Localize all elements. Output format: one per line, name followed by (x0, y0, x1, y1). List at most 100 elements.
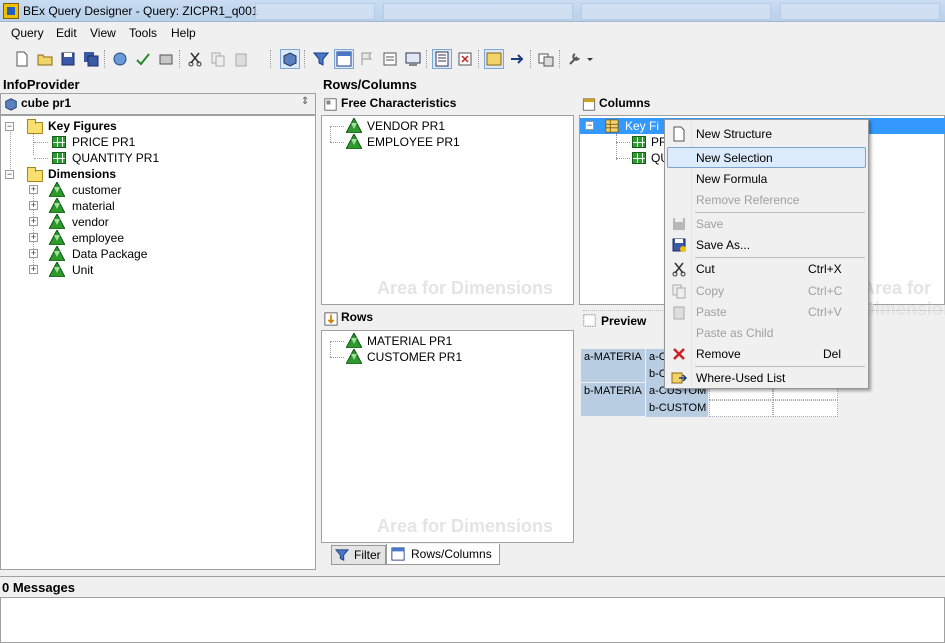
menu-edit[interactable]: Edit (56, 26, 77, 40)
key-figure-icon (52, 152, 66, 164)
open-icon[interactable] (35, 49, 55, 69)
preview-sub-header: b-CUSTOM (646, 400, 708, 417)
exceptions-icon[interactable] (357, 49, 377, 69)
rows-area[interactable]: MATERIAL PR1 CUSTOMER PR1 Area for Dimen… (321, 330, 574, 543)
messages-title: 0 Messages (2, 580, 75, 595)
paste-icon (673, 306, 685, 320)
dimension-icon (49, 182, 65, 197)
table-view-icon[interactable] (432, 49, 452, 69)
row-characteristic-item[interactable]: MATERIAL PR1 (330, 333, 530, 349)
rows-columns-title: Rows/Columns (320, 76, 945, 94)
copy-icon[interactable] (208, 49, 228, 69)
cube-name: cube pr1 (21, 96, 72, 110)
dimension-icon (49, 246, 65, 261)
menu-query[interactable]: Query (11, 26, 44, 40)
tab-filter[interactable]: Filter (331, 545, 386, 565)
free-characteristic-item[interactable]: EMPLOYEE PR1 (330, 134, 530, 150)
tree-item-keyfigure[interactable]: QUANTITY PR1 (34, 150, 234, 166)
area-placeholder: Area for Dimensions (377, 516, 554, 536)
menu-item-new-selection[interactable]: New Selection (667, 147, 866, 168)
background-tab (255, 3, 375, 20)
save-icon[interactable] (58, 49, 78, 69)
save-all-icon[interactable] (81, 49, 101, 69)
properties-icon[interactable] (403, 49, 423, 69)
free-characteristics-icon (324, 98, 337, 111)
menu-item-remove[interactable]: Remove Del (667, 343, 866, 364)
dimension-icon (49, 230, 65, 245)
dimension-icon (49, 198, 65, 213)
new-icon[interactable] (12, 49, 32, 69)
rows-columns-icon[interactable] (334, 49, 354, 69)
menu-item-paste-as-child[interactable]: Paste as Child (667, 322, 866, 343)
conditions-icon[interactable] (380, 49, 400, 69)
free-characteristics-area[interactable]: VENDOR PR1 EMPLOYEE PR1 Area for Dimensi… (321, 115, 574, 305)
preview-title: Preview (601, 314, 647, 328)
row-characteristic-item[interactable]: CUSTOMER PR1 (330, 349, 530, 365)
messages-icon[interactable] (455, 49, 475, 69)
menu-item-paste[interactable]: Paste Ctrl+V (667, 301, 866, 322)
menu-item-save-as[interactable]: Save As... (667, 234, 866, 255)
filter-icon (335, 549, 349, 561)
cut-icon[interactable] (185, 49, 205, 69)
folder-icon (27, 167, 43, 182)
menu-item-save[interactable]: Save (667, 213, 866, 234)
menu-item-remove-reference[interactable]: Remove Reference (667, 189, 866, 210)
preview-icon (583, 314, 596, 327)
check-icon[interactable] (133, 49, 153, 69)
menu-item-new-structure[interactable]: New Structure (667, 123, 866, 144)
cube-icon (5, 98, 17, 111)
where-used-icon[interactable] (484, 49, 504, 69)
tree-node-key-figures[interactable]: − Key Figures (5, 118, 205, 134)
copy-icon (672, 284, 686, 299)
window-title: BEx Query Designer - Query: ZICPR1_q001 (23, 4, 259, 18)
tree-node-dimension[interactable]: + customer (29, 182, 229, 198)
transfer-icon[interactable] (507, 49, 527, 69)
background-tab (780, 3, 940, 20)
infoprovider-tree: − Key Figures PRICE PR1 QUANTITY PR1 − D… (0, 115, 316, 570)
tree-node-dimension[interactable]: + employee (29, 230, 229, 246)
messages-list[interactable] (0, 597, 945, 643)
tree-node-dimension[interactable]: + Unit (29, 262, 229, 278)
menu-item-cut[interactable]: Cut Ctrl+X (667, 258, 866, 279)
infoprovider-title: InfoProvider (0, 76, 315, 94)
menu-item-copy[interactable]: Copy Ctrl+C (667, 280, 866, 301)
menu-view[interactable]: View (90, 26, 116, 40)
tree-item-keyfigure[interactable]: PRICE PR1 (34, 134, 234, 150)
spin-icon[interactable]: ⇕ (301, 96, 309, 107)
paste-icon[interactable] (231, 49, 251, 69)
free-characteristic-item[interactable]: VENDOR PR1 (330, 118, 530, 134)
tree-node-dimension[interactable]: + Data Package (29, 246, 229, 262)
rows-header: Rows (322, 310, 574, 328)
rows-icon (324, 312, 338, 326)
context-menu: New Structure New Selection New Formula … (664, 119, 869, 389)
structure-icon (605, 119, 619, 133)
infoprovider-icon[interactable] (280, 49, 300, 69)
rows-columns-icon (391, 547, 405, 561)
tab-rows-columns[interactable]: Rows/Columns (386, 544, 500, 565)
infoprovider-selector[interactable]: cube pr1 ⇕ (0, 93, 316, 115)
area-placeholder: Area for Dimensions (377, 278, 554, 298)
dimension-icon (346, 349, 362, 364)
menu-item-new-formula[interactable]: New Formula (667, 168, 866, 189)
key-figure-icon (632, 136, 646, 148)
preview-row-header: b-MATERIA (581, 383, 645, 416)
filter-icon[interactable] (311, 49, 331, 69)
dimension-icon (346, 134, 362, 149)
save-icon (673, 218, 685, 230)
publish-icon[interactable] (110, 49, 130, 69)
preview-row-header: a-MATERIA (581, 349, 645, 382)
tree-node-dimension[interactable]: + material (29, 198, 229, 214)
free-characteristics-header: Free Characteristics (322, 96, 574, 114)
tree-node-dimension[interactable]: + vendor (29, 214, 229, 230)
menu-help[interactable]: Help (171, 26, 196, 40)
transport-icon[interactable] (156, 49, 176, 69)
tree-node-dimensions[interactable]: − Dimensions (5, 166, 205, 182)
new-structure-icon (673, 126, 685, 142)
messages-panel: 0 Messages (0, 576, 945, 643)
variables-icon[interactable] (536, 49, 556, 69)
tools-icon[interactable] (565, 49, 595, 69)
key-figure-icon (52, 136, 66, 148)
menu-item-where-used-list[interactable]: Where-Used List (667, 367, 866, 388)
columns-icon (582, 98, 596, 111)
menu-tools[interactable]: Tools (129, 26, 157, 40)
